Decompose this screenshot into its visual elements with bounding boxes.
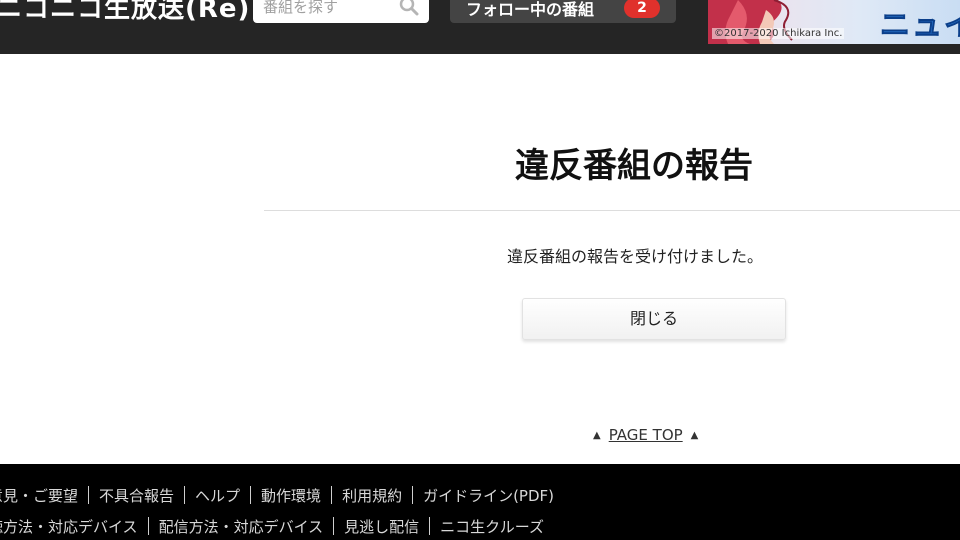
- footer-separator: [88, 486, 90, 504]
- following-programs-button[interactable]: フォロー中の番組 2: [450, 0, 676, 23]
- confirmation-message: 違反番組の報告を受け付けました。: [507, 247, 764, 266]
- footer-link-help[interactable]: ヘルプ: [195, 487, 240, 505]
- footer-link-guidelines[interactable]: ガイドライン(PDF): [423, 487, 554, 505]
- footer-link-timeshift[interactable]: 見逃し配信: [344, 518, 419, 536]
- site-footer: 意見・ご要望 不具合報告 ヘルプ 動作環境 利用規約 ガイドライン(PDF) 聴方法・対応…: [0, 464, 960, 540]
- footer-link-feedback[interactable]: 意見・ご要望: [0, 487, 78, 505]
- title-divider: [264, 210, 960, 211]
- following-programs-label: フォロー中の番組: [466, 0, 595, 19]
- footer-link-terms[interactable]: 利用規約: [342, 487, 402, 505]
- page-top-label[interactable]: PAGE TOP: [609, 426, 683, 444]
- following-count-badge: 2: [624, 0, 660, 18]
- footer-link-environment[interactable]: 動作環境: [261, 487, 321, 505]
- search-icon[interactable]: [399, 0, 419, 16]
- page-top-link[interactable]: ▲ PAGE TOP ▲: [593, 426, 698, 444]
- footer-link-broadcast-devices[interactable]: 配信方法・対応デバイス: [159, 518, 324, 536]
- site-logo[interactable]: ニコニコ生放送(Re): [0, 0, 250, 25]
- up-triangle-icon: ▲: [690, 430, 699, 441]
- footer-separator: [184, 486, 186, 504]
- top-header: ニコニコ生放送(Re) フォロー中の番組 2 ニュイ ©2017-2020 Ic…: [0, 0, 960, 54]
- footer-link-viewing-devices[interactable]: 聴方法・対応デバイス: [0, 518, 138, 536]
- footer-separator: [331, 486, 333, 504]
- footer-links-row-1: 意見・ご要望 不具合報告 ヘルプ 動作環境 利用規約 ガイドライン(PDF): [0, 485, 554, 506]
- banner-copyright: ©2017-2020 Ichikara Inc.: [712, 28, 845, 39]
- banner-title: ニュイ: [880, 8, 960, 44]
- page-title: 違反番組の報告: [515, 146, 753, 186]
- promo-banner[interactable]: ニュイ ©2017-2020 Ichikara Inc.: [708, 0, 960, 44]
- search-input[interactable]: [263, 0, 393, 18]
- footer-separator: [333, 517, 335, 535]
- footer-separator: [412, 486, 414, 504]
- footer-link-cruise[interactable]: ニコ生クルーズ: [440, 518, 544, 536]
- footer-links-row-2: 聴方法・対応デバイス 配信方法・対応デバイス 見逃し配信 ニコ生クルーズ: [0, 516, 544, 537]
- up-triangle-icon: ▲: [593, 430, 601, 441]
- footer-separator: [250, 486, 252, 504]
- footer-separator: [429, 517, 431, 535]
- footer-separator: [147, 517, 149, 535]
- footer-link-bug-report[interactable]: 不具合報告: [99, 487, 174, 505]
- close-button[interactable]: 閉じる: [522, 298, 786, 340]
- search-box: [253, 0, 429, 23]
